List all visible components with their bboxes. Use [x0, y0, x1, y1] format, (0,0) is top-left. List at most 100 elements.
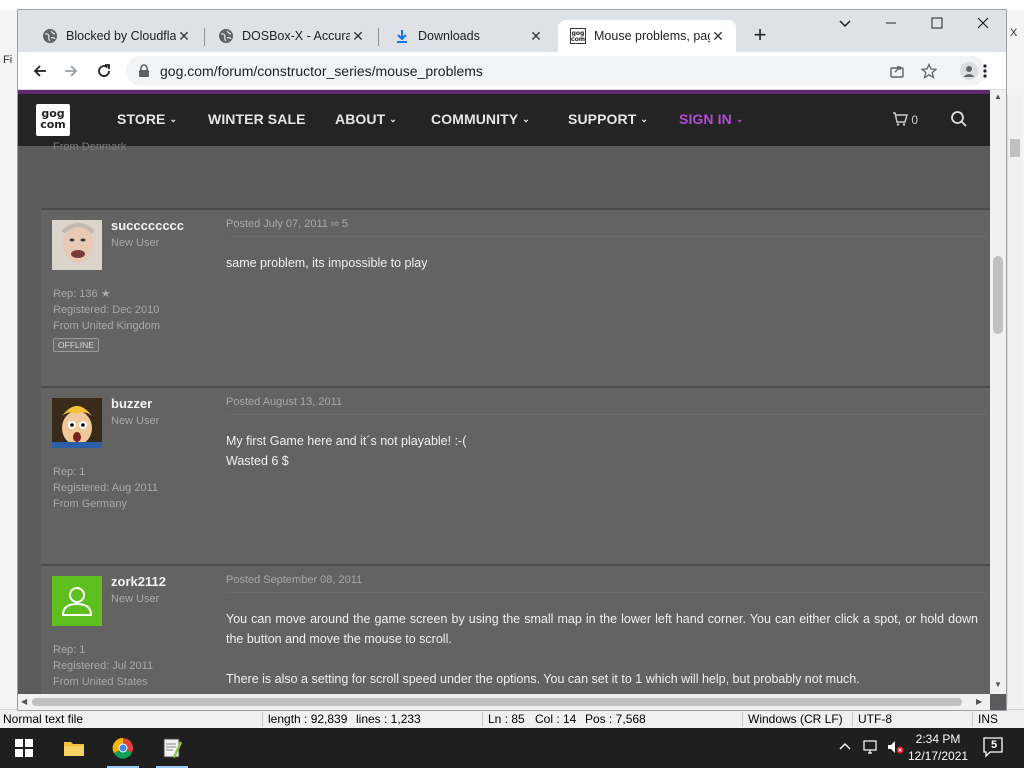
- bookmark-star-icon[interactable]: [920, 62, 938, 80]
- status-length: length : 92,839: [268, 712, 348, 726]
- user-avatar[interactable]: [52, 576, 102, 626]
- forum-thread: From Denmark succcccccc New User Rep: 13…: [18, 141, 990, 710]
- close-tab-icon[interactable]: ✕: [350, 28, 366, 44]
- nav-winter-sale[interactable]: WINTER SALE: [208, 111, 306, 127]
- nav-store[interactable]: STORE ⌄: [117, 111, 177, 127]
- background-app-titlebar: [0, 0, 1024, 10]
- gog-logo[interactable]: gog com: [36, 104, 70, 136]
- post-date: Posted July 07, 2011 ∞ 5: [226, 218, 348, 230]
- post-body: My first Game here and it´s not playable…: [226, 431, 466, 471]
- logo-text-bottom: com: [40, 118, 66, 131]
- nav-label: ABOUT: [335, 111, 386, 127]
- action-center-button[interactable]: 5: [982, 736, 1008, 760]
- tab-blocked-by-cloudflare[interactable]: Blocked by Cloudflare ✕: [30, 20, 202, 52]
- background-app-left-edge: Fi: [0, 10, 18, 710]
- notepad-plus-plus-icon[interactable]: [148, 728, 196, 768]
- user-avatar[interactable]: [52, 398, 102, 448]
- forum-post: buzzer New User Rep: 1 Registered: Aug 2…: [41, 386, 990, 564]
- nav-community[interactable]: COMMUNITY ⌄: [431, 111, 530, 127]
- user-rank: New User: [111, 237, 160, 249]
- forum-post: succcccccc New User Rep: 136 ★ Registere…: [41, 208, 990, 386]
- search-icon[interactable]: [950, 110, 968, 131]
- volume-muted-icon[interactable]: [886, 739, 904, 758]
- system-clock[interactable]: 2:34 PM 12/17/2021: [908, 731, 968, 765]
- close-window-button[interactable]: [968, 16, 998, 34]
- tab-mouse-problems[interactable]: gog com Mouse problems, pag ✕: [558, 20, 736, 52]
- status-badge: OFFLINE: [53, 338, 99, 352]
- scroll-up-icon[interactable]: ▲: [994, 92, 1002, 101]
- rep-text: Rep: 136: [53, 288, 98, 300]
- tab-downloads[interactable]: Downloads ✕: [382, 20, 554, 52]
- status-line-number: Ln : 85: [488, 712, 525, 726]
- page-vertical-scrollbar[interactable]: ▲ ▼: [990, 90, 1006, 694]
- tray-chevron-up-icon[interactable]: [838, 740, 852, 755]
- tab-dosbox-x[interactable]: DOSBox-X - Accurate ✕: [206, 20, 376, 52]
- scroll-left-icon[interactable]: ◀: [21, 697, 27, 706]
- status-encoding: UTF-8: [858, 712, 892, 726]
- file-explorer-icon[interactable]: [50, 728, 98, 768]
- tab-strip: Blocked by Cloudflare ✕ DOSBox-X - Accur…: [18, 10, 1006, 52]
- background-menu-fragment[interactable]: Fi: [3, 54, 12, 66]
- page-hscroll-thumb[interactable]: [32, 698, 962, 706]
- prev-post-location: From Denmark: [53, 141, 127, 153]
- nav-label: COMMUNITY: [431, 111, 519, 127]
- page-scroll-thumb[interactable]: [993, 256, 1003, 334]
- globe-icon: [42, 28, 58, 44]
- minimize-button[interactable]: [876, 16, 906, 34]
- username[interactable]: buzzer: [111, 396, 152, 411]
- start-button[interactable]: [0, 728, 48, 768]
- close-tab-icon[interactable]: ✕: [176, 28, 192, 44]
- post-date: Posted August 13, 2011: [226, 396, 342, 408]
- user-location: From Germany: [53, 498, 127, 510]
- cart-count: 0: [911, 113, 919, 127]
- nav-support[interactable]: SUPPORT ⌄: [568, 111, 648, 127]
- post-paragraph: Wasted 6 $: [226, 454, 289, 468]
- tab-search-chevron-icon[interactable]: [830, 16, 860, 34]
- clock-date: 12/17/2021: [908, 749, 969, 763]
- close-tab-icon[interactable]: ✕: [710, 28, 726, 44]
- url-text[interactable]: gog.com/forum/constructor_series/mouse_p…: [160, 63, 483, 79]
- forward-button[interactable]: [60, 60, 82, 82]
- user-avatar[interactable]: [52, 220, 102, 270]
- close-tab-icon[interactable]: ✕: [528, 28, 544, 44]
- scroll-down-icon[interactable]: ▼: [994, 680, 1002, 689]
- user-registered: Registered: Dec 2010: [53, 304, 160, 316]
- gog-favicon-icon: gog com: [570, 28, 586, 44]
- background-scroll-thumb[interactable]: [1010, 139, 1020, 157]
- likes-icon[interactable]: ∞: [331, 218, 339, 230]
- post-body: same problem, its impossible to play: [226, 253, 427, 273]
- page-horizontal-scrollbar[interactable]: ◀ ▶: [18, 694, 990, 710]
- chrome-taskbar-icon[interactable]: [99, 728, 147, 768]
- network-icon[interactable]: [862, 739, 880, 758]
- chevron-down-icon: ⌄: [640, 114, 649, 124]
- scroll-right-icon[interactable]: ▶: [976, 697, 982, 706]
- notification-count: 5: [991, 739, 998, 751]
- new-tab-button[interactable]: +: [750, 24, 770, 46]
- chevron-down-icon: ⌄: [389, 114, 397, 124]
- cart-button[interactable]: 0: [892, 112, 918, 127]
- maximize-button[interactable]: [922, 16, 952, 34]
- post-paragraph: My first Game here and it´s not playable…: [226, 434, 467, 448]
- username[interactable]: zork2112: [111, 574, 166, 589]
- nav-about[interactable]: ABOUT ⌄: [335, 111, 397, 127]
- likes-count: 5: [341, 218, 349, 230]
- address-bar[interactable]: gog.com/forum/constructor_series/mouse_p…: [126, 56, 986, 86]
- nav-label: STORE: [117, 111, 166, 127]
- share-icon[interactable]: [888, 62, 906, 80]
- nav-sign-in[interactable]: SIGN IN ⌄: [679, 111, 743, 127]
- windows-taskbar: 2:34 PM 12/17/2021 5: [0, 728, 1024, 768]
- post-body: You can move around the game screen by u…: [226, 609, 978, 689]
- lock-icon[interactable]: [138, 64, 150, 81]
- username[interactable]: succcccccc: [111, 218, 184, 233]
- reload-button[interactable]: [93, 60, 115, 82]
- user-location: From United States: [53, 676, 148, 688]
- globe-icon: [218, 28, 234, 44]
- background-close-fragment[interactable]: X: [1010, 27, 1017, 39]
- chevron-down-icon: ⌄: [522, 114, 530, 124]
- cart-icon: [892, 112, 911, 127]
- page-viewport: gog com STORE ⌄ WINTER SALE ABOUT ⌄ COMMUN…: [18, 90, 1006, 710]
- back-button[interactable]: [29, 60, 51, 82]
- background-editor-scrollbar[interactable]: [1007, 95, 1021, 705]
- tab-title: DOSBox-X - Accurate: [242, 29, 350, 43]
- chrome-menu-icon[interactable]: [974, 60, 996, 82]
